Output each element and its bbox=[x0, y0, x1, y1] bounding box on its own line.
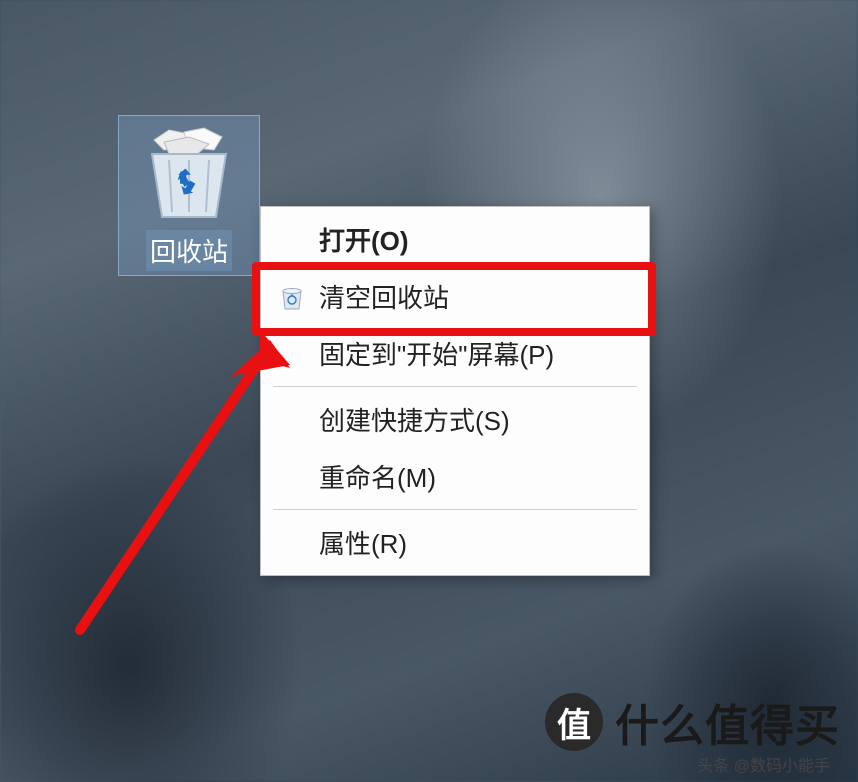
menu-item-create-shortcut[interactable]: 创建快捷方式(S) bbox=[263, 391, 647, 448]
menu-item-pin-to-start[interactable]: 固定到"开始"屏幕(P) bbox=[263, 325, 647, 382]
recycle-bin-small-icon bbox=[277, 282, 319, 312]
watermark-badge-icon: 值 bbox=[545, 693, 603, 751]
recycle-bin-icon bbox=[134, 122, 244, 222]
watermark-subtext: 头条 @数码小能手 bbox=[697, 752, 830, 776]
menu-label: 固定到"开始"屏幕(P) bbox=[319, 335, 629, 372]
desktop-icon-label: 回收站 bbox=[146, 230, 232, 271]
menu-item-properties[interactable]: 属性(R) bbox=[263, 514, 647, 571]
context-menu: 打开(O) 清空回收站 固定到"开始"屏幕(P) 创建快捷方式(S) 重命名(M… bbox=[260, 206, 650, 576]
menu-label: 属性(R) bbox=[319, 524, 629, 561]
menu-item-open[interactable]: 打开(O) bbox=[263, 211, 647, 268]
menu-separator bbox=[273, 509, 637, 510]
menu-separator bbox=[273, 386, 637, 387]
menu-label: 创建快捷方式(S) bbox=[319, 401, 629, 438]
desktop-icon-recycle-bin[interactable]: 回收站 bbox=[118, 115, 260, 276]
watermark: 值 什么值得买 bbox=[545, 690, 840, 754]
menu-item-empty-recycle-bin[interactable]: 清空回收站 bbox=[263, 268, 647, 325]
menu-label: 重命名(M) bbox=[319, 458, 629, 495]
menu-label: 打开(O) bbox=[319, 221, 629, 258]
watermark-text: 什么值得买 bbox=[615, 690, 840, 754]
menu-item-rename[interactable]: 重命名(M) bbox=[263, 448, 647, 505]
menu-label: 清空回收站 bbox=[319, 278, 629, 315]
